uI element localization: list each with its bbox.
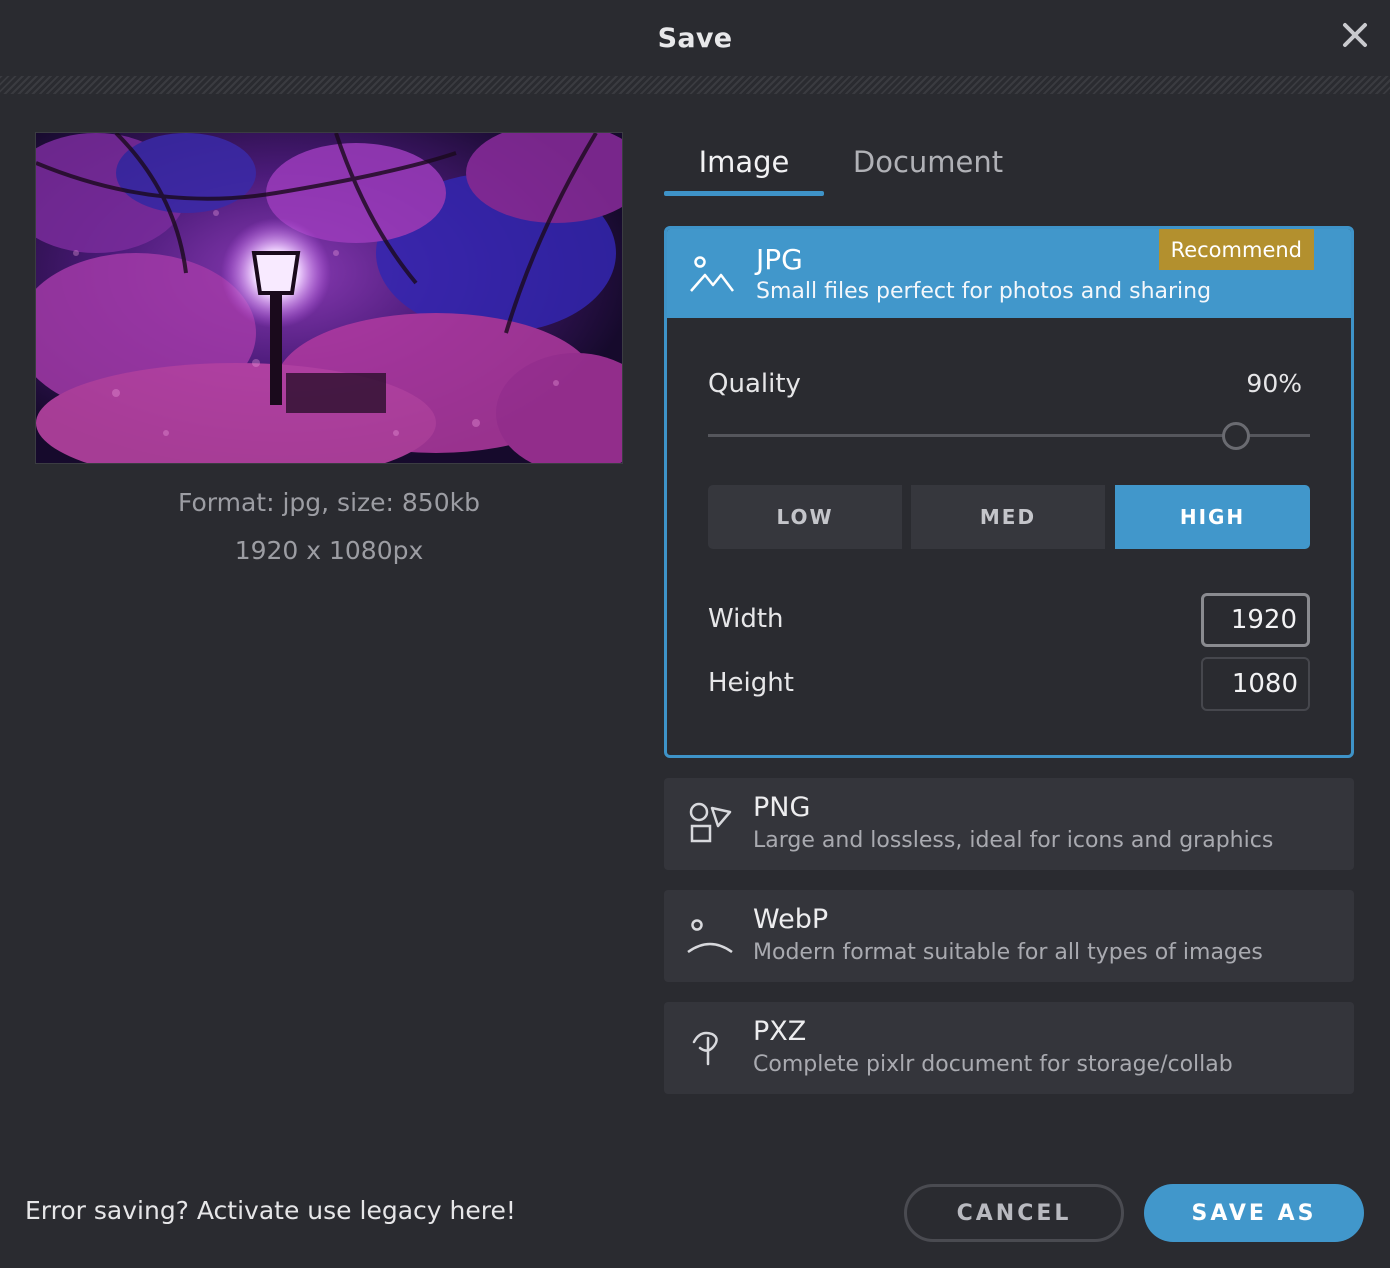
- quality-slider-track[interactable]: [708, 434, 1310, 437]
- format-name-png: PNG: [753, 792, 811, 823]
- format-card-webp[interactable]: WebP Modern format suitable for all type…: [664, 890, 1354, 982]
- horizon-icon: [687, 919, 733, 954]
- mountain-icon: [690, 256, 734, 292]
- dialog-title: Save: [657, 22, 733, 54]
- format-name-webp: WebP: [753, 904, 829, 935]
- quality-preset-high[interactable]: HIGH: [1115, 485, 1310, 549]
- quality-label: Quality: [708, 369, 801, 399]
- format-card-jpg-header[interactable]: JPG Small files perfect for photos and s…: [667, 229, 1351, 318]
- close-icon[interactable]: [1340, 20, 1370, 50]
- height-label: Height: [708, 668, 794, 698]
- save-type-tabs: Image Document: [664, 128, 1354, 196]
- dialog-titlebar: Save: [0, 0, 1390, 76]
- image-preview: [35, 132, 623, 464]
- preview-format-info: Format: jpg, size: 850kb: [178, 488, 480, 517]
- width-input[interactable]: [1201, 593, 1310, 647]
- format-description-pxz: Complete pixlr document for storage/coll…: [753, 1052, 1233, 1077]
- quality-preset-low[interactable]: LOW: [708, 485, 902, 549]
- legacy-mode-link[interactable]: Error saving? Activate use legacy here!: [25, 1196, 516, 1225]
- cancel-button[interactable]: CANCEL: [904, 1184, 1124, 1242]
- format-description-webp: Modern format suitable for all types of …: [753, 940, 1263, 965]
- preview-dimensions-info: 1920 x 1080px: [234, 536, 424, 565]
- tab-image[interactable]: Image: [664, 128, 824, 196]
- format-name-jpg: JPG: [756, 243, 803, 276]
- format-card-pxz[interactable]: PXZ Complete pixlr document for storage/…: [664, 1002, 1354, 1094]
- format-card-jpg[interactable]: JPG Small files perfect for photos and s…: [664, 226, 1354, 758]
- format-description-png: Large and lossless, ideal for icons and …: [753, 828, 1274, 853]
- pixlr-icon: [692, 1031, 718, 1066]
- header-divider: [0, 76, 1390, 94]
- quality-preset-med[interactable]: MED: [911, 485, 1105, 549]
- quality-slider-thumb[interactable]: [1222, 422, 1250, 450]
- recommend-badge: Recommend: [1158, 229, 1314, 270]
- save-as-button[interactable]: SAVE AS: [1144, 1184, 1364, 1242]
- width-label: Width: [708, 604, 784, 634]
- height-input[interactable]: [1201, 657, 1310, 711]
- format-card-png[interactable]: PNG Large and lossless, ideal for icons …: [664, 778, 1354, 870]
- quality-value: 90%: [1246, 369, 1302, 398]
- shapes-icon: [689, 802, 732, 843]
- format-description-jpg: Small files perfect for photos and shari…: [756, 279, 1212, 304]
- format-name-pxz: PXZ: [753, 1016, 807, 1047]
- tab-document[interactable]: Document: [848, 128, 1008, 196]
